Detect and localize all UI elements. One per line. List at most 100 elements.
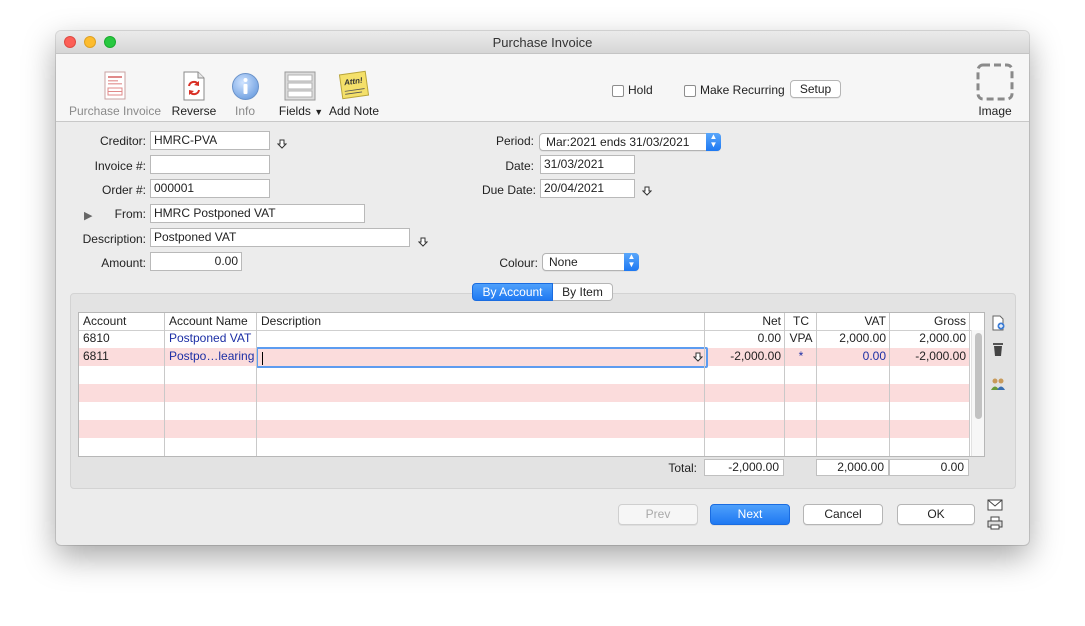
table-row-bg — [79, 366, 970, 384]
cell-account: 6811 — [83, 349, 109, 363]
reverse-button[interactable]: Reverse — [170, 54, 218, 121]
order-number-field[interactable]: 000001 — [150, 179, 270, 198]
column-header-tc[interactable]: TC — [785, 313, 817, 330]
creditor-label: Creditor: — [99, 134, 146, 148]
hold-checkbox[interactable] — [612, 85, 624, 97]
add-note-button[interactable]: Attn! Add Note — [326, 54, 382, 121]
lines-table: Account Account Name Description Net TC … — [78, 312, 985, 457]
new-line-icon[interactable] — [990, 315, 1006, 331]
column-divider — [969, 313, 970, 456]
cell-account-name: Postponed VAT — [169, 331, 252, 345]
print-icon[interactable] — [987, 516, 1003, 530]
fields-button[interactable]: Fields ▼ — [278, 54, 324, 121]
column-header-description[interactable]: Description — [257, 313, 705, 330]
description-label: Description: — [82, 232, 146, 246]
from-field[interactable]: HMRC Postponed VAT — [150, 204, 365, 223]
order-number-label: Order #: — [101, 183, 146, 197]
period-popup[interactable]: Mar:2021 ends 31/03/2021 ▲ ▼ — [539, 133, 721, 151]
invoice-number-label: Invoice #: — [94, 159, 146, 173]
people-icon[interactable] — [990, 376, 1006, 392]
table-row-bg — [79, 402, 970, 420]
total-net: -2,000.00 — [704, 459, 784, 476]
fields-label: Fields ▼ — [278, 104, 324, 118]
colour-value: None — [549, 255, 578, 269]
cell-net: -2,000.00 — [730, 349, 781, 363]
total-vat: 2,000.00 — [816, 459, 889, 476]
column-divider — [704, 313, 705, 456]
vertical-scrollbar[interactable] — [971, 330, 984, 456]
toolbar: Purchase Invoice Reverse Info Fields ▼ A… — [56, 54, 1029, 122]
chevron-down-icon: ▼ — [314, 107, 324, 117]
invoice-number-field[interactable] — [150, 155, 270, 174]
table-row-bg — [79, 384, 970, 402]
popup-arrows-icon: ▲ ▼ — [624, 253, 639, 271]
cell-vat: 0.00 — [862, 349, 886, 363]
amount-label: Amount: — [101, 256, 146, 270]
description-lookup-arrow-icon[interactable] — [418, 237, 428, 247]
column-header-gross[interactable]: Gross — [890, 313, 970, 330]
reverse-icon — [183, 71, 205, 101]
invoice-document-icon — [104, 71, 126, 100]
period-label: Period: — [495, 134, 534, 148]
column-header-account[interactable]: Account — [79, 313, 165, 330]
reverse-label: Reverse — [171, 104, 217, 118]
column-divider — [889, 313, 890, 456]
description-field[interactable]: Postponed VAT — [150, 228, 410, 247]
table-row[interactable]: 6810 Postponed VAT 0.00 VPA 2,000.00 2,0… — [79, 330, 970, 348]
column-header-account-name[interactable]: Account Name — [165, 313, 257, 330]
total-gross: 0.00 — [889, 459, 969, 476]
email-icon[interactable] — [987, 499, 1003, 511]
table-row-bg — [79, 438, 970, 456]
cancel-button[interactable]: Cancel — [803, 504, 883, 525]
cell-tc: VPA — [789, 331, 813, 345]
image-label: Image — [978, 104, 1012, 118]
make-recurring-label: Make Recurring — [700, 83, 785, 97]
due-date-field[interactable]: 20/04/2021 — [540, 179, 635, 198]
from-label: From: — [114, 207, 146, 221]
text-cursor — [262, 352, 263, 365]
image-button[interactable]: Image — [968, 54, 1022, 121]
column-divider — [256, 313, 257, 456]
info-button[interactable]: Info — [226, 54, 264, 121]
purchase-invoice-label: Purchase Invoice — [68, 104, 162, 118]
cell-vat: 2,000.00 — [839, 331, 886, 345]
column-header-vat[interactable]: VAT — [817, 313, 890, 330]
colour-label: Colour: — [499, 256, 538, 270]
cell-account: 6810 — [83, 331, 110, 345]
column-divider — [784, 313, 785, 456]
cell-gross: -2,000.00 — [915, 349, 966, 363]
cell-tc: * — [798, 349, 804, 363]
description-edit-cell[interactable] — [256, 347, 708, 368]
tab-by-account[interactable]: By Account — [472, 283, 553, 301]
title-bar: Purchase Invoice — [56, 31, 1029, 54]
info-label: Info — [234, 104, 255, 118]
setup-button[interactable]: Setup — [790, 80, 841, 98]
date-label: Date: — [505, 159, 534, 173]
table-row[interactable]: 6811 Postpo…learing -2,000.00 * 0.00 -2,… — [79, 347, 970, 368]
tab-by-item[interactable]: By Item — [553, 283, 613, 301]
purchase-invoice-button[interactable]: Purchase Invoice — [68, 54, 162, 121]
total-label: Total: — [668, 461, 697, 475]
ok-button[interactable]: OK — [897, 504, 975, 525]
creditor-lookup-arrow-icon[interactable] — [277, 139, 287, 149]
column-divider — [816, 313, 817, 456]
amount-field[interactable]: 0.00 — [150, 252, 242, 271]
description-lookup-arrow-icon[interactable] — [693, 352, 703, 362]
next-button[interactable]: Next — [710, 504, 790, 525]
table-row-bg — [79, 420, 970, 438]
cell-account-name: Postpo…learing — [169, 349, 255, 363]
cell-gross: 2,000.00 — [919, 331, 966, 345]
date-field[interactable]: 31/03/2021 — [540, 155, 635, 174]
column-divider — [164, 313, 165, 456]
trash-icon[interactable] — [990, 341, 1006, 357]
due-date-lookup-arrow-icon[interactable] — [642, 186, 652, 196]
prev-button[interactable]: Prev — [618, 504, 698, 525]
make-recurring-checkbox[interactable] — [684, 85, 696, 97]
column-header-net[interactable]: Net — [705, 313, 785, 330]
add-note-label: Add Note — [328, 104, 380, 118]
fields-icon — [284, 71, 316, 101]
creditor-field[interactable]: HMRC-PVA — [150, 131, 270, 150]
colour-popup[interactable]: None ▲ ▼ — [542, 253, 639, 271]
cell-net: 0.00 — [757, 331, 781, 345]
scrollbar-thumb[interactable] — [975, 333, 982, 419]
